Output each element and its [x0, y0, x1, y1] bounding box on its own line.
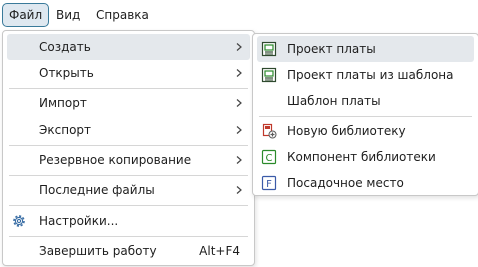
chevron-right-icon: [236, 126, 242, 134]
menu-item-label: Последние файлы: [39, 183, 155, 197]
chevron-right-icon: [236, 99, 242, 107]
shortcut-label: Alt+F4: [199, 244, 240, 258]
menu-item-recent-files[interactable]: Последние файлы: [7, 177, 250, 203]
menu-separator: [9, 236, 248, 237]
submenu-item-board-from-template[interactable]: Проект платы из шаблона: [257, 62, 474, 88]
menu-item-import[interactable]: Импорт: [7, 90, 250, 116]
menubar: Файл Вид Справка: [0, 0, 478, 30]
menu-view[interactable]: Вид: [49, 3, 87, 27]
menu-help[interactable]: Справка: [89, 3, 156, 27]
menu-separator: [9, 175, 248, 176]
submenu-item-footprint[interactable]: F Посадочное место: [257, 170, 474, 196]
submenu-item-board-template[interactable]: Шаблон платы: [257, 88, 474, 114]
board-template-icon: [261, 67, 277, 83]
gear-icon: [13, 215, 25, 227]
menu-separator: [9, 88, 248, 89]
submenu-item-label: Проект платы из шаблона: [287, 68, 454, 82]
menu-item-label: Резервное копирование: [39, 153, 192, 167]
menu-item-create[interactable]: Создать: [7, 34, 250, 60]
submenu-item-label: Компонент библиотеки: [287, 150, 436, 164]
menu-item-label: Открыть: [39, 66, 94, 80]
menu-separator: [9, 145, 248, 146]
submenu-item-library-component[interactable]: C Компонент библиотеки: [257, 144, 474, 170]
menu-item-label: Экспорт: [39, 123, 92, 137]
chevron-right-icon: [236, 156, 242, 164]
menu-item-label: Настройки...: [39, 214, 119, 228]
chevron-right-icon: [236, 69, 242, 77]
menu-item-export[interactable]: Экспорт: [7, 117, 250, 143]
file-menu: Создать Открыть Импорт Экспорт Резервное…: [2, 30, 255, 266]
menu-separator: [9, 205, 248, 206]
submenu-item-label: Посадочное место: [287, 176, 404, 190]
menu-item-open[interactable]: Открыть: [7, 60, 250, 86]
submenu-item-label: Новую библиотеку: [287, 124, 406, 138]
create-submenu: Проект платы Проект платы из шаблона Шаб…: [252, 33, 478, 196]
footprint-icon: F: [261, 175, 277, 191]
menu-item-exit[interactable]: Завершить работу Alt+F4: [7, 238, 250, 264]
svg-text:C: C: [266, 153, 273, 164]
chevron-right-icon: [236, 43, 242, 51]
submenu-item-label: Шаблон платы: [287, 94, 381, 108]
menu-separator: [259, 116, 472, 117]
submenu-item-board-project[interactable]: Проект платы: [257, 36, 474, 62]
submenu-item-label: Проект платы: [287, 42, 376, 56]
new-library-icon: [262, 123, 277, 139]
menu-file[interactable]: Файл: [2, 3, 50, 27]
board-project-icon: [261, 41, 277, 57]
chevron-right-icon: [236, 186, 242, 194]
menu-item-label: Завершить работу: [39, 244, 157, 258]
svg-text:F: F: [266, 179, 272, 190]
component-icon: C: [261, 149, 277, 165]
menu-item-label: Создать: [39, 40, 91, 54]
menu-item-backup[interactable]: Резервное копирование: [7, 147, 250, 173]
menu-item-settings[interactable]: Настройки...: [7, 208, 250, 234]
menu-item-label: Импорт: [39, 96, 87, 110]
submenu-item-new-library[interactable]: Новую библиотеку: [257, 118, 474, 144]
